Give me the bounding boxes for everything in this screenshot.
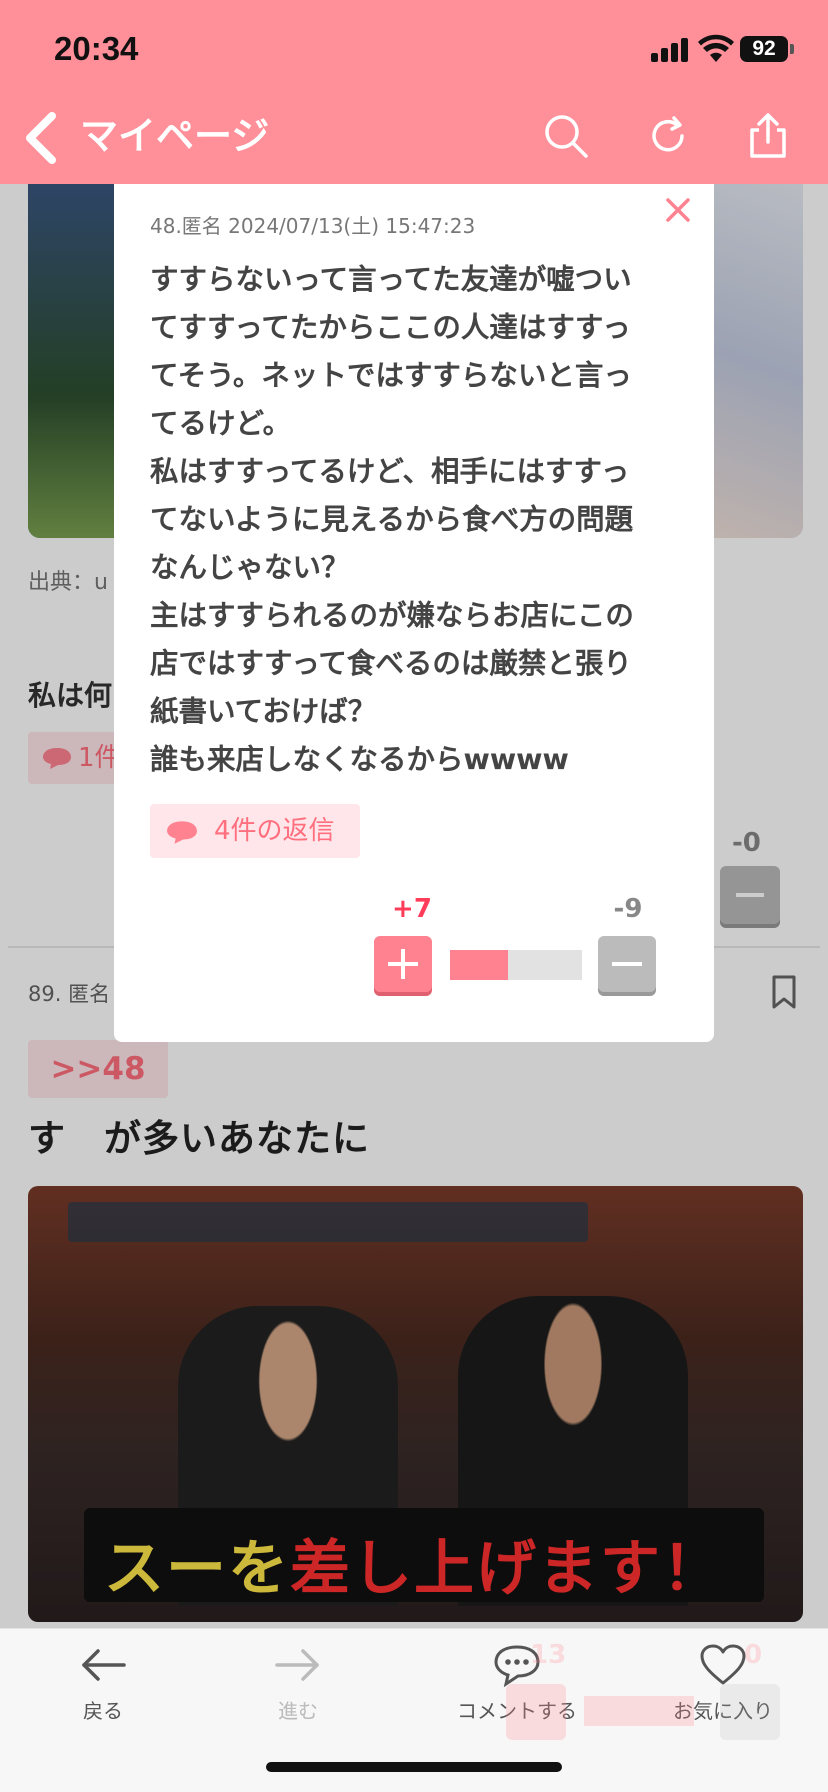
arrow-left-icon xyxy=(82,1649,126,1681)
search-icon[interactable] xyxy=(542,112,590,160)
ghost-minus-button xyxy=(720,1684,780,1740)
ghost-minus-count: 0 xyxy=(744,1640,763,1670)
reload-icon[interactable] xyxy=(644,112,692,160)
comment-body-line: なんじゃない？ xyxy=(150,551,350,584)
replies-button[interactable]: 4件の返信 xyxy=(150,804,360,858)
forward-nav-label: 進む xyxy=(278,1699,318,1723)
ghost-vote-bar xyxy=(584,1696,694,1726)
minus-count: -9 xyxy=(613,894,643,924)
back-nav-label: 戻る xyxy=(83,1699,123,1723)
comment-body-line: すすらないって言ってた友達が嘘つい xyxy=(150,263,632,296)
plus-button[interactable] xyxy=(374,936,432,992)
vote-ratio-bar xyxy=(450,950,582,980)
battery-icon: 92 xyxy=(740,36,788,62)
back-nav-button[interactable]: 戻る xyxy=(18,1643,188,1724)
comment-body-line: 私はすすってるけど、相手にはすすっ xyxy=(150,455,630,488)
heart-icon xyxy=(700,1644,746,1685)
ghost-plus-button xyxy=(506,1684,566,1740)
speech-bubble-icon xyxy=(167,821,197,844)
cellular-signal-icon xyxy=(651,38,691,62)
replies-label: 4件の返信 xyxy=(214,816,335,846)
nav-title[interactable]: マイページ xyxy=(80,108,269,164)
comment-popup: 48.匿名 2024/07/13(土) 15:47:23 すすらないって言ってた… xyxy=(114,184,714,1042)
comment-body-line: てすすってたからここの人達はすすっ xyxy=(150,311,631,344)
share-icon[interactable] xyxy=(744,112,792,160)
top-bar: 20:34 92 マイページ xyxy=(0,0,828,184)
home-indicator xyxy=(266,1762,562,1772)
minus-button[interactable] xyxy=(598,936,656,992)
chevron-left-icon xyxy=(26,112,56,164)
comment-body-line: 主はすすられるのが嫌ならお店にこの xyxy=(150,599,634,632)
forward-nav-button[interactable]: 進む xyxy=(213,1643,383,1724)
comment-body: すすらないって言ってた友達が嘘つい てすすってたからここの人達はすすっ てそう。ネッ… xyxy=(150,256,680,784)
battery-tip xyxy=(790,44,794,54)
status-time: 20:34 xyxy=(54,30,139,67)
arrow-right-icon xyxy=(275,1649,319,1681)
comment-body-line: 誰も来店しなくなるからwwww xyxy=(150,743,569,776)
comment-body-line: 紙書いておけば？ xyxy=(150,695,377,728)
plus-count: +7 xyxy=(392,894,432,924)
comment-body-line: 店ではすすって食べるのは厳禁と張り xyxy=(150,647,632,680)
comment-meta: 48.匿名 2024/07/13(土) 15:47:23 xyxy=(150,214,476,238)
ghost-plus-count: 13 xyxy=(530,1640,567,1670)
vote-ratio-fill xyxy=(450,950,508,980)
back-button[interactable] xyxy=(20,108,62,168)
comment-body-line: てるけど。 xyxy=(150,407,292,440)
close-icon[interactable] xyxy=(658,190,698,230)
wifi-icon xyxy=(698,34,734,62)
comment-body-line: てそう。ネットではすすらないと言っ xyxy=(150,359,632,392)
comment-body-line: てないように見えるから食べ方の問題 xyxy=(150,503,634,536)
